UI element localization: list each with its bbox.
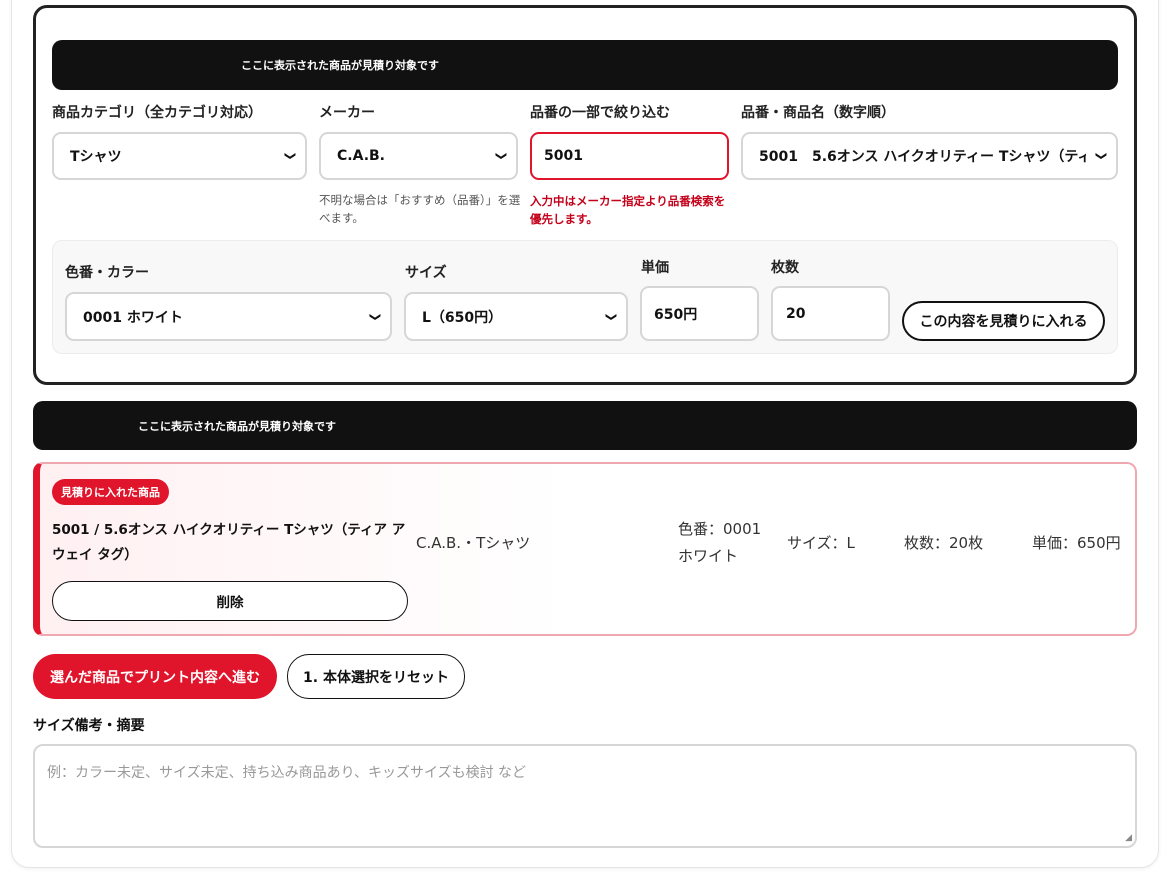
category-select-value: Tシャツ [70,149,122,165]
category-label: 商品カテゴリ（全カテゴリ対応） [52,105,262,121]
color-select-value: 0001 ホワイト [83,309,183,326]
color-select[interactable]: 0001 ホワイト ❯ [65,292,392,341]
partial-number-input[interactable]: 5001 [530,132,729,180]
maker-help-text: 不明な場合は「おすすめ（品番）」を選べます。 [319,193,521,225]
quote-item-maker-category: C.A.B.・Tシャツ [416,534,531,552]
chevron-down-icon: ❯ [368,311,382,322]
quote-item-badge: 見積りに入れた商品 [52,479,169,505]
unit-price-label: 単価 [641,260,669,276]
quote-item-size: サイズ：L [787,534,855,552]
category-select[interactable]: Tシャツ ❯ [52,132,307,180]
notes-placeholder: 例：カラー未定、サイズ未定、持ち込み商品あり、キッズサイズも検討 など [47,765,527,781]
quote-item-quantity: 枚数：20枚 [904,534,984,552]
add-to-quote-button[interactable]: この内容を見積りに入れる [902,301,1105,341]
unit-price-value: 650円 [654,306,698,323]
size-label: サイズ [405,265,447,281]
product-label: 品番・商品名（数字順） [741,105,895,121]
size-select-value: L（650円） [422,309,503,326]
add-to-quote-label: この内容を見積りに入れる [919,314,1088,330]
quote-item-badge-label: 見積りに入れた商品 [61,486,160,499]
maker-select[interactable]: C.A.B. ❯ [319,132,518,180]
proceed-to-print-button[interactable]: 選んだ商品でプリント内容へ進む [33,654,277,699]
partial-number-label: 品番の一部で絞り込む [530,105,670,121]
product-select[interactable]: 5001 5.6オンス ハイクオリティー Tシャツ（ティア ❯ [741,132,1118,180]
chevron-down-icon: ❯ [494,151,508,161]
chevron-down-icon: ❯ [1094,151,1108,161]
quantity-label: 枚数 [771,260,799,276]
reset-selection-label: 1. 本体選択をリセット [303,669,449,686]
notes-textarea[interactable]: 例：カラー未定、サイズ未定、持ち込み商品あり、キッズサイズも検討 など ◢ [33,744,1137,848]
delete-item-label: 削除 [216,595,244,611]
maker-select-value: C.A.B. [337,148,385,164]
color-label: 色番・カラー [65,265,149,281]
partial-number-help-text: 入力中はメーカー指定より品番検索を優先します。 [530,194,726,226]
proceed-to-print-label: 選んだ商品でプリント内容へ進む [50,669,260,686]
quantity-value: 20 [786,305,806,322]
maker-label: メーカー [319,105,375,121]
resize-grip-icon[interactable]: ◢ [1125,833,1132,843]
partial-number-value: 5001 [544,148,583,164]
quote-item-unit-price: 単価：650円 [1032,534,1121,552]
unit-price-field: 650円 [640,286,759,341]
reset-selection-button[interactable]: 1. 本体選択をリセット [287,654,465,699]
size-select[interactable]: L（650円） ❯ [404,292,628,341]
chevron-down-icon: ❯ [604,311,618,322]
selector-banner-text: ここに表示された商品が見積り対象です [241,59,439,72]
selector-banner: ここに表示された商品が見積り対象です [52,40,1118,90]
notes-label: サイズ備考・摘要 [33,718,145,734]
quantity-input[interactable]: 20 [771,286,890,341]
quote-item-name: 5001 / 5.6オンス ハイクオリティー Tシャツ（ティア アウェイ タグ） [52,522,406,563]
delete-item-button[interactable]: 削除 [52,581,408,621]
quote-banner-text: ここに表示された商品が見積り対象です [138,419,336,433]
quote-banner: ここに表示された商品が見積り対象です [33,401,1137,450]
product-select-value: 5001 5.6オンス ハイクオリティー Tシャツ（ティア [759,149,1086,165]
chevron-down-icon: ❯ [283,151,297,161]
quote-item-color: 色番：0001 ホワイト [678,520,762,565]
